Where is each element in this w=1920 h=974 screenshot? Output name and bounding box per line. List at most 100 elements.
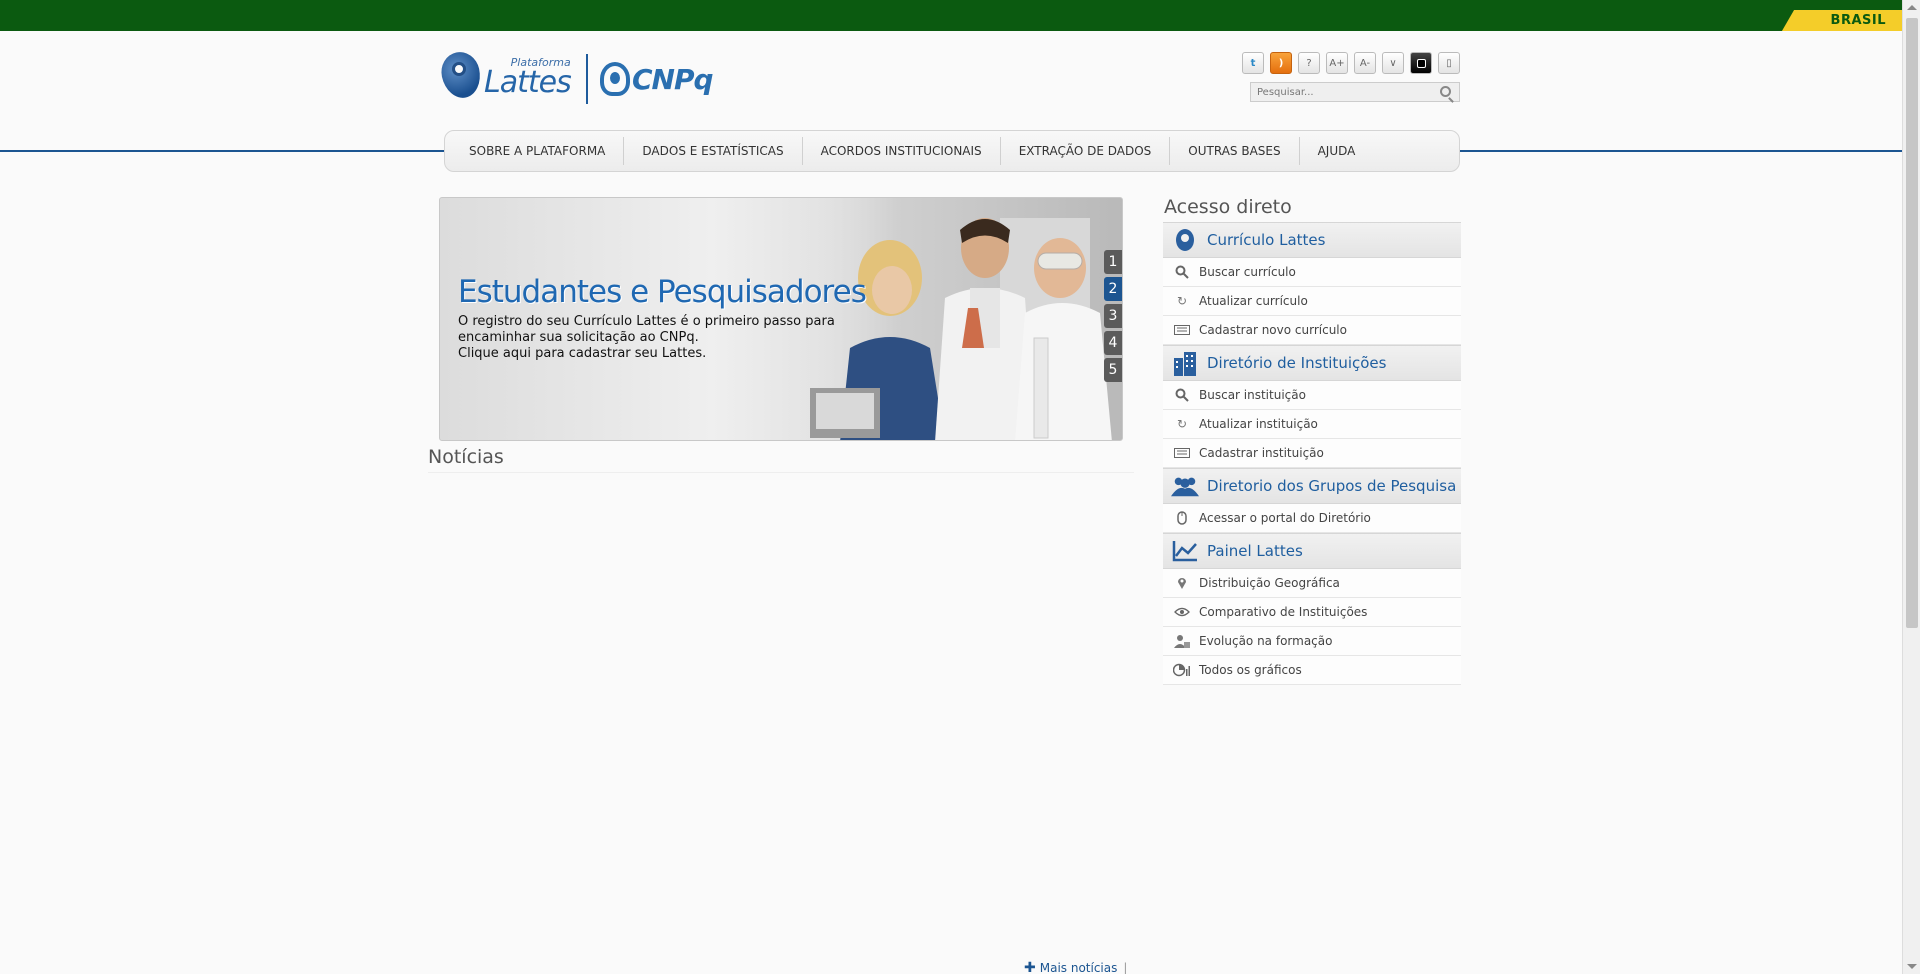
- refresh-icon: ↻: [1176, 417, 1188, 431]
- keyboard-icon: [1173, 322, 1191, 338]
- nav-item-sobre[interactable]: SOBRE A PLATAFORMA: [451, 137, 625, 165]
- nav-item-acordos[interactable]: ACORDOS INSTITUCIONAIS: [803, 137, 1001, 165]
- sidebar-link-atualizar-curriculo[interactable]: ↻ Atualizar currículo: [1163, 287, 1461, 316]
- sidebar-section-curriculo[interactable]: Currículo Lattes: [1163, 222, 1461, 258]
- sidebar-link-buscar-curriculo[interactable]: Buscar currículo: [1163, 258, 1461, 287]
- cnpq-logo[interactable]: CNPq: [600, 62, 714, 96]
- toolbar: t ) ? A+ A- ∨ ▯: [1242, 52, 1460, 74]
- sidebar-title: Acesso direto: [1164, 196, 1292, 218]
- sidebar-link-distribuicao[interactable]: Distribuição Geográfica: [1163, 569, 1461, 598]
- scrollbar-thumb[interactable]: [1906, 18, 1918, 628]
- banner-carousel[interactable]: Estudantes e Pesquisadores O registro do…: [439, 197, 1123, 441]
- news-title: Notícias: [428, 446, 504, 468]
- keyboard-icon: [1173, 445, 1191, 461]
- pager-button-2[interactable]: 2: [1104, 277, 1122, 301]
- building-icon: [1171, 350, 1199, 376]
- link-label: Buscar instituição: [1199, 388, 1306, 402]
- banner-pager: 1 2 3 4 5: [1104, 250, 1122, 382]
- banner-text[interactable]: O registro do seu Currículo Lattes é o p…: [458, 314, 838, 362]
- separator: |: [1123, 961, 1128, 974]
- pager-button-3[interactable]: 3: [1104, 304, 1122, 328]
- link-label: Atualizar instituição: [1199, 417, 1318, 431]
- section-title: Painel Lattes: [1207, 542, 1303, 560]
- link-label: Evolução na formação: [1199, 634, 1333, 648]
- search-icon[interactable]: [1440, 86, 1451, 97]
- logo-divider: [586, 54, 588, 104]
- sidebar-link-acessar-diretorio[interactable]: Acessar o portal do Diretório: [1163, 504, 1461, 533]
- more-news-label: Mais notícias: [1039, 961, 1118, 974]
- section-title: Diretorio dos Grupos de Pesquisa: [1207, 477, 1457, 495]
- charts-icon: [1173, 662, 1191, 678]
- contrast-icon[interactable]: [1410, 52, 1432, 74]
- sidebar-link-buscar-instituicao[interactable]: Buscar instituição: [1163, 381, 1461, 410]
- nav-item-extracao[interactable]: EXTRAÇÃO DE DADOS: [1001, 137, 1171, 165]
- banner-line-3: Clique aqui para cadastrar seu Lattes.: [458, 346, 707, 361]
- header: Plataforma Lattes CNPq t ) ? A+ A- ∨ ▯: [437, 48, 1460, 108]
- mouse-icon: [1173, 510, 1191, 526]
- cnpq-logo-icon: [600, 62, 630, 96]
- banner-title[interactable]: Estudantes e Pesquisadores: [458, 274, 867, 310]
- scroll-up-icon[interactable]: [1907, 5, 1917, 10]
- link-label: Todos os gráficos: [1199, 663, 1302, 677]
- help-icon[interactable]: ?: [1298, 52, 1320, 74]
- sidebar-link-cadastrar-instituicao[interactable]: Cadastrar instituição: [1163, 439, 1461, 468]
- twitter-icon[interactable]: t: [1242, 52, 1264, 74]
- font-decrease-icon[interactable]: A-: [1354, 52, 1376, 74]
- nav-item-dados[interactable]: DADOS E ESTATÍSTICAS: [624, 137, 803, 165]
- lattes-logo[interactable]: Plataforma Lattes: [437, 48, 572, 104]
- lock-icon[interactable]: ▯: [1438, 52, 1460, 74]
- people-icon: [1171, 473, 1199, 499]
- pager-button-1[interactable]: 1: [1104, 250, 1122, 274]
- sidebar-section-painel[interactable]: Painel Lattes: [1163, 533, 1461, 569]
- sidebar: Currículo Lattes Buscar currículo ↻ Atua…: [1163, 222, 1461, 685]
- eye-icon: [1173, 604, 1191, 620]
- banner-line-2: encaminhar sua solicitação ao CNPq.: [458, 330, 699, 345]
- plus-icon: ✚: [1024, 960, 1036, 974]
- link-label: Comparativo de Instituições: [1199, 605, 1368, 619]
- sidebar-link-todos-graficos[interactable]: Todos os gráficos: [1163, 656, 1461, 685]
- link-label: Distribuição Geográfica: [1199, 576, 1340, 590]
- font-increase-icon[interactable]: A+: [1326, 52, 1348, 74]
- brasil-label: BRASIL: [1830, 13, 1886, 28]
- banner-line-1: O registro do seu Currículo Lattes é o p…: [458, 314, 835, 329]
- section-title: Diretório de Instituições: [1207, 354, 1387, 372]
- sidebar-section-instituicoes[interactable]: Diretório de Instituições: [1163, 345, 1461, 381]
- link-label: Buscar currículo: [1199, 265, 1296, 279]
- section-title: Currículo Lattes: [1207, 231, 1326, 249]
- sidebar-link-atualizar-instituicao[interactable]: ↻ Atualizar instituição: [1163, 410, 1461, 439]
- scroll-down-icon[interactable]: [1907, 964, 1917, 969]
- lattes-logo-text: Lattes: [484, 64, 572, 100]
- gov-bar: BRASIL: [0, 0, 1902, 31]
- sidebar-link-cadastrar-curriculo[interactable]: Cadastrar novo currículo: [1163, 316, 1461, 345]
- cnpq-logo-text: CNPq: [632, 62, 714, 96]
- pager-button-5[interactable]: 5: [1104, 358, 1122, 382]
- search-input[interactable]: [1257, 86, 1427, 98]
- sidebar-link-evolucao[interactable]: Evolução na formação: [1163, 627, 1461, 656]
- chevron-down-icon[interactable]: ∨: [1382, 52, 1404, 74]
- brasil-link[interactable]: BRASIL: [1802, 10, 1902, 31]
- sidebar-section-grupos[interactable]: Diretorio dos Grupos de Pesquisa: [1163, 468, 1461, 504]
- refresh-icon: ↻: [1176, 294, 1188, 308]
- search-icon: [1173, 264, 1191, 280]
- lattes-logo-icon: [1171, 227, 1199, 253]
- rss-icon[interactable]: ): [1270, 52, 1292, 74]
- nav-item-outras-bases[interactable]: OUTRAS BASES: [1170, 137, 1300, 165]
- pager-button-4[interactable]: 4: [1104, 331, 1122, 355]
- vertical-scrollbar[interactable]: [1902, 0, 1920, 974]
- banner-photo: [800, 198, 1122, 440]
- nav-item-ajuda[interactable]: AJUDA: [1300, 137, 1374, 165]
- link-label: Atualizar currículo: [1199, 294, 1308, 308]
- graduate-icon: [1173, 633, 1191, 649]
- link-label: Cadastrar instituição: [1199, 446, 1324, 460]
- link-label: Acessar o portal do Diretório: [1199, 511, 1371, 525]
- main-nav: SOBRE A PLATAFORMA DADOS E ESTATÍSTICAS …: [444, 130, 1460, 172]
- link-label: Cadastrar novo currículo: [1199, 323, 1347, 337]
- search-box: [1250, 82, 1460, 102]
- search-icon: [1173, 387, 1191, 403]
- lattes-logo-icon: [437, 48, 485, 104]
- news-divider: [428, 472, 1134, 473]
- more-news-link[interactable]: ✚ Mais notícias |: [1024, 960, 1127, 974]
- sidebar-link-comparativo[interactable]: Comparativo de Instituições: [1163, 598, 1461, 627]
- line-chart-icon: [1171, 538, 1199, 564]
- map-pin-icon: [1173, 575, 1191, 591]
